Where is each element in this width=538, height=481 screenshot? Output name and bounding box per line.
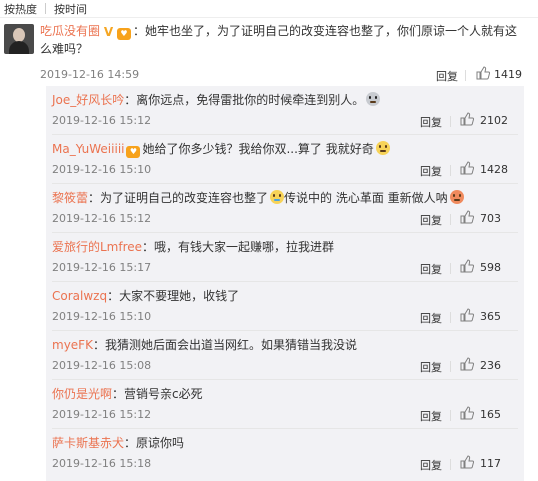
- action-divider: [450, 361, 451, 372]
- reply-text: ：营销号亲c必死: [112, 387, 203, 401]
- reply-text: ：离你远点，免得雷批你的时候牵连到别人。: [124, 93, 365, 107]
- action-divider: [450, 312, 451, 323]
- username-link[interactable]: 吃瓜没有圈: [40, 24, 100, 38]
- thinking-face-emoji-icon: [375, 141, 390, 155]
- level-badge-icon: ♥: [117, 28, 132, 40]
- reply-item: myeFK：我猜测她后面会出道当网红。如果猜错当我没说 2019-12-16 1…: [46, 331, 524, 380]
- reply-text: ：大家不要理她，收钱了: [107, 289, 240, 303]
- main-comment: 吃瓜没有圈 V ♥ ：她牢也坐了，为了证明自己的改变连容也整了，你们原谅一个人就有这么…: [0, 18, 538, 84]
- level-badge-icon: ♥: [126, 146, 141, 158]
- reply-button[interactable]: 回复: [420, 261, 442, 277]
- reply-button[interactable]: 回复: [420, 310, 442, 326]
- sort-bar: 按热度 按时间: [0, 0, 538, 18]
- reply-list: Joe_好风长吟：离你远点，免得雷批你的时候牵连到别人。 2019-12-16 …: [46, 86, 524, 481]
- reply-time: 2019-12-16 15:12: [52, 408, 152, 421]
- thumbs-up-icon[interactable]: [460, 210, 474, 224]
- sort-by-time-tab[interactable]: 按时间: [54, 1, 87, 17]
- tab-divider: [45, 3, 46, 14]
- like-count: 703: [480, 212, 501, 225]
- reply-item: Joe_好风长吟：离你远点，免得雷批你的时候牵连到别人。 2019-12-16 …: [46, 86, 524, 135]
- reply-username-link[interactable]: Ma_YuWeiiiii: [52, 142, 124, 156]
- reply-button[interactable]: 回复: [420, 163, 442, 179]
- action-divider: [450, 165, 451, 176]
- reply-item: 你仍是光啊：营销号亲c必死 2019-12-16 15:12 回复 165: [46, 380, 524, 429]
- reply-username-link[interactable]: myeFK: [52, 338, 93, 352]
- action-divider: [450, 214, 451, 225]
- reply-time: 2019-12-16 15:08: [52, 359, 152, 372]
- reply-time: 2019-12-16 15:12: [52, 212, 152, 225]
- like-count: 236: [480, 359, 501, 372]
- like-count: 1419: [494, 68, 522, 81]
- reply-item: 黎筱蕾：为了证明自己的改变连容也整了 传说中的 洗心革面 重新做人呐 2019-1…: [46, 184, 524, 233]
- reply-item: 萨卡斯基赤犬：原谅你吗 2019-12-16 15:18 回复 117: [46, 429, 524, 478]
- reply-username-link[interactable]: 爱旅行的Lmfree: [52, 240, 142, 254]
- like-count: 165: [480, 408, 501, 421]
- reply-username-link[interactable]: 萨卡斯基赤犬: [52, 436, 124, 450]
- reply-text: 她给了你多少钱？我给你双...算了 我就好奇: [142, 142, 374, 156]
- like-count: 1428: [480, 163, 508, 176]
- comment-body: 吃瓜没有圈 V ♥ ：她牢也坐了，为了证明自己的改变连容也整了，你们原谅一个人就有这么…: [40, 22, 520, 58]
- reply-item: 爱旅行的Lmfree：哦，有钱大家一起赚哪，拉我进群 2019-12-16 15…: [46, 233, 524, 282]
- reply-time: 2019-12-16 15:10: [52, 310, 152, 323]
- reply-button[interactable]: 回复: [420, 457, 442, 473]
- thumbs-up-icon[interactable]: [460, 406, 474, 420]
- thumbs-up-icon[interactable]: [460, 308, 474, 322]
- thumbs-up-icon[interactable]: [476, 66, 490, 80]
- reply-button[interactable]: 回复: [420, 359, 442, 375]
- sort-by-hot-tab[interactable]: 按热度: [4, 1, 37, 17]
- angry-face-emoji-icon: [449, 190, 464, 204]
- reply-button[interactable]: 回复: [420, 408, 442, 424]
- thumbs-up-icon[interactable]: [460, 112, 474, 126]
- avatar[interactable]: [4, 24, 34, 54]
- action-divider: [450, 410, 451, 421]
- reply-text: ：我猜测她后面会出道当网红。如果猜错当我没说: [92, 338, 357, 352]
- reply-time: 2019-12-16 15:10: [52, 163, 152, 176]
- reply-time: 2019-12-16 15:17: [52, 261, 152, 274]
- action-divider: [450, 116, 451, 127]
- thumbs-up-icon[interactable]: [460, 455, 474, 469]
- reply-username-link[interactable]: Coralwzq: [52, 289, 107, 303]
- reply-item: Ma_YuWeiiiii ♥ 她给了你多少钱？我给你双...算了 我就好奇 2019…: [46, 135, 524, 184]
- reply-button[interactable]: 回复: [420, 212, 442, 228]
- action-divider: [450, 263, 451, 274]
- like-count: 365: [480, 310, 501, 323]
- reply-button[interactable]: 回复: [420, 114, 442, 130]
- reply-button[interactable]: 回复: [436, 68, 458, 84]
- like-count: 117: [480, 457, 501, 470]
- reply-time: 2019-12-16 15:12: [52, 114, 152, 127]
- reply-username-link[interactable]: 黎筱蕾: [52, 191, 88, 205]
- reply-text: ：原谅你吗: [124, 436, 185, 450]
- cool-face-emoji-icon: [366, 92, 381, 106]
- comment-time: 2019-12-16 14:59: [40, 68, 140, 81]
- action-divider: [465, 70, 466, 81]
- thumbs-up-icon[interactable]: [460, 161, 474, 175]
- vip-v-icon: V: [103, 25, 114, 39]
- laughing-tears-emoji-icon: [270, 190, 285, 204]
- like-count: 2102: [480, 114, 508, 127]
- reply-username-link[interactable]: 你仍是光啊: [52, 387, 112, 401]
- thumbs-up-icon[interactable]: [460, 357, 474, 371]
- thumbs-up-icon[interactable]: [460, 259, 474, 273]
- reply-text-continued: 传说中的 洗心革面 重新做人呐: [284, 191, 448, 205]
- action-divider: [450, 459, 451, 470]
- like-count: 598: [480, 261, 501, 274]
- reply-username-link[interactable]: Joe_好风长吟: [52, 93, 124, 107]
- reply-text: ：哦，有钱大家一起赚哪，拉我进群: [142, 240, 335, 254]
- reply-item: Coralwzq：大家不要理她，收钱了 2019-12-16 15:10 回复 …: [46, 282, 524, 331]
- reply-time: 2019-12-16 15:18: [52, 457, 152, 470]
- reply-text: ：为了证明自己的改变连容也整了: [88, 191, 269, 205]
